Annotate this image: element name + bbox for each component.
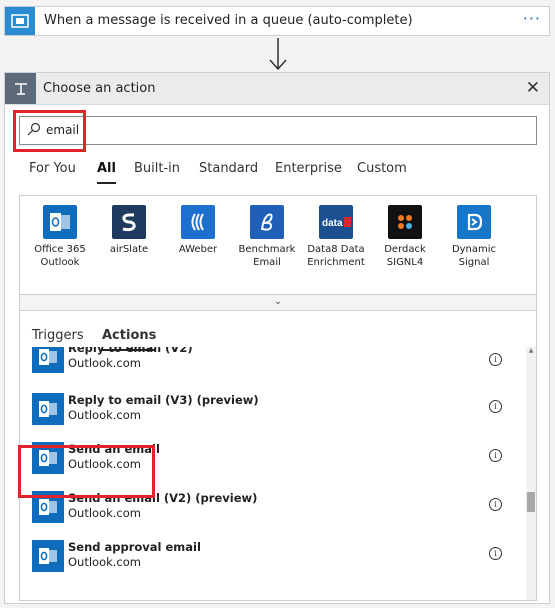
action-subtitle: Outlook.com — [68, 408, 141, 422]
connector-name: airSlate — [109, 244, 149, 255]
tab-for-you[interactable]: For You — [29, 161, 76, 176]
chevron-down-icon: ⌄ — [273, 296, 283, 307]
outlook-icon — [32, 393, 64, 425]
tab-custom[interactable]: Custom — [357, 161, 407, 176]
action-send-email-v2[interactable]: Send an email (V2) (preview) Outlook.com… — [32, 489, 502, 529]
action-send-approval-email[interactable]: Send approval email Outlook.com i — [32, 538, 502, 578]
data8-icon: data — [319, 205, 353, 239]
search-input[interactable] — [46, 121, 486, 139]
action-send-email[interactable]: Send an email Outlook.com i — [32, 440, 502, 480]
search-icon — [27, 122, 41, 136]
action-title: Send an email — [68, 442, 160, 456]
tab-actions[interactable]: Actions — [102, 328, 157, 351]
search-box[interactable] — [19, 116, 537, 145]
tab-standard[interactable]: Standard — [199, 161, 258, 176]
action-title: Reply to email (V2) — [68, 347, 193, 355]
action-subtitle: Outlook.com — [68, 457, 141, 471]
choose-action-panel: Choose an action ✕ For You All Built-in … — [4, 72, 550, 604]
tab-built-in[interactable]: Built-in — [134, 161, 180, 176]
tab-enterprise[interactable]: Enterprise — [275, 161, 342, 176]
info-icon[interactable]: i — [489, 498, 502, 511]
action-reply-email-v2[interactable]: Reply to email (V2) Outlook.com i — [32, 347, 502, 377]
connector-name: Data8 Data Enrichment — [307, 244, 365, 268]
actions-section: Triggers Actions Reply to email (V2) Out… — [19, 311, 537, 601]
connector-dynamic-signal[interactable]: Dynamic Signal — [441, 205, 507, 269]
info-icon[interactable]: i — [489, 547, 502, 560]
scroll-up-icon[interactable]: ▲ — [526, 347, 536, 357]
outlook-icon — [32, 347, 64, 373]
outlook-icon — [32, 540, 64, 572]
action-title: Send an email (V2) (preview) — [68, 491, 258, 505]
aweber-icon — [181, 205, 215, 239]
outlook-icon — [32, 491, 64, 523]
connector-office365-outlook[interactable]: Office 365 Outlook — [27, 205, 93, 269]
connector-name: Dynamic Signal — [451, 244, 497, 268]
connector-name: AWeber — [178, 244, 218, 255]
connector-name: Benchmark Email — [238, 244, 296, 268]
flow-arrow-icon — [269, 38, 287, 71]
service-bus-icon — [5, 7, 35, 35]
action-title: Reply to email (V3) (preview) — [68, 393, 259, 407]
action-title: Send approval email — [68, 540, 201, 554]
info-icon[interactable]: i — [489, 449, 502, 462]
connector-name: Derdack SIGNL4 — [384, 244, 426, 268]
tab-triggers[interactable]: Triggers — [32, 328, 84, 343]
svg-text:data: data — [322, 218, 343, 229]
panel-header: Choose an action ✕ — [5, 73, 549, 105]
panel-title: Choose an action — [43, 81, 156, 96]
outlook-icon — [32, 442, 64, 474]
trigger-card[interactable]: When a message is received in a queue (a… — [4, 6, 550, 36]
connector-derdack-signl4[interactable]: Derdack SIGNL4 — [372, 205, 438, 269]
connector-aweber[interactable]: AWeber — [165, 205, 231, 256]
tab-all[interactable]: All — [97, 161, 116, 184]
connector-grid: Office 365 Outlook airSlate AWeber Bench… — [19, 195, 537, 295]
scrollbar-thumb[interactable] — [527, 492, 535, 512]
action-subtitle: Outlook.com — [68, 356, 141, 370]
benchmark-icon — [250, 205, 284, 239]
connector-airslate[interactable]: airSlate — [96, 205, 162, 256]
expand-connectors-button[interactable]: ⌄ — [19, 295, 537, 311]
action-subtitle: Outlook.com — [68, 506, 141, 520]
actions-scrollbar[interactable]: ▲ — [526, 347, 536, 600]
trigger-title: When a message is received in a queue (a… — [44, 13, 413, 28]
close-icon[interactable]: ✕ — [526, 78, 540, 98]
connector-benchmark-email[interactable]: Benchmark Email — [234, 205, 300, 269]
info-icon[interactable]: i — [489, 353, 502, 366]
action-subtitle: Outlook.com — [68, 555, 141, 569]
action-reply-email-v3[interactable]: Reply to email (V3) (preview) Outlook.co… — [32, 391, 502, 431]
airslate-icon — [112, 205, 146, 239]
more-options-icon[interactable]: ··· — [523, 9, 541, 28]
signl4-icon — [388, 205, 422, 239]
connector-data8[interactable]: data Data8 Data Enrichment — [303, 205, 369, 269]
connector-name: Office 365 Outlook — [34, 244, 86, 268]
dynamic-signal-icon — [457, 205, 491, 239]
outlook-icon — [43, 205, 77, 239]
info-icon[interactable]: i — [489, 400, 502, 413]
action-step-icon — [5, 73, 36, 104]
